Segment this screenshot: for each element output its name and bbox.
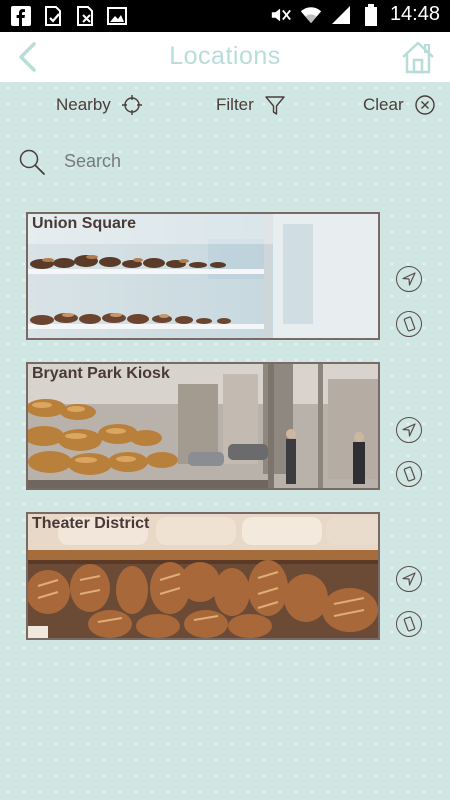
location-card-theater-district[interactable]: Theater District — [26, 512, 380, 640]
location-name: Bryant Park Kiosk — [32, 365, 170, 382]
crosshair-icon — [121, 95, 142, 115]
wifi-icon — [300, 4, 322, 26]
phone-icon — [403, 316, 416, 332]
close-circle-icon — [414, 95, 435, 115]
status-time: 14:48 — [389, 3, 440, 25]
nearby-label: Nearby — [56, 95, 111, 114]
phone-icon — [403, 466, 416, 482]
home-icon — [402, 41, 434, 74]
directions-button-bryant-park-kiosk[interactable] — [396, 417, 422, 443]
call-button-theater-district[interactable] — [396, 611, 422, 637]
clear-label: Clear — [363, 95, 404, 114]
call-button-union-square[interactable] — [396, 311, 422, 337]
search-bar — [18, 146, 428, 178]
location-card-union-square[interactable]: Union Square — [26, 212, 380, 340]
status-bar: 14:48 — [0, 0, 450, 32]
navigation-arrow-icon — [402, 572, 416, 586]
image-icon — [106, 5, 128, 27]
navigation-arrow-icon — [402, 423, 416, 437]
filter-toolbar: Nearby Filter Clear — [0, 94, 450, 124]
clear-button[interactable]: Clear — [363, 94, 436, 116]
search-icon[interactable] — [18, 148, 46, 176]
search-input[interactable] — [64, 146, 404, 176]
call-button-bryant-park-kiosk[interactable] — [396, 461, 422, 487]
filter-label: Filter — [216, 95, 254, 114]
facebook-icon — [10, 5, 32, 27]
home-button[interactable] — [400, 40, 436, 74]
page-title: Locations — [169, 42, 281, 70]
location-name: Theater District — [32, 515, 150, 532]
location-card-bryant-park-kiosk[interactable]: Bryant Park Kiosk — [26, 362, 380, 490]
navigation-arrow-icon — [402, 272, 416, 286]
directions-button-theater-district[interactable] — [396, 566, 422, 592]
phone-icon — [403, 616, 416, 632]
filter-button[interactable]: Filter — [216, 94, 286, 116]
directions-button-union-square[interactable] — [396, 266, 422, 292]
download-done-icon — [42, 5, 64, 27]
mute-icon — [270, 4, 292, 26]
battery-icon — [360, 3, 382, 26]
app-bar: Locations — [0, 32, 450, 82]
nearby-button[interactable]: Nearby — [56, 94, 143, 116]
sim-off-icon — [74, 5, 96, 27]
funnel-icon — [265, 96, 285, 115]
signal-icon — [330, 4, 352, 26]
location-name: Union Square — [32, 215, 137, 232]
